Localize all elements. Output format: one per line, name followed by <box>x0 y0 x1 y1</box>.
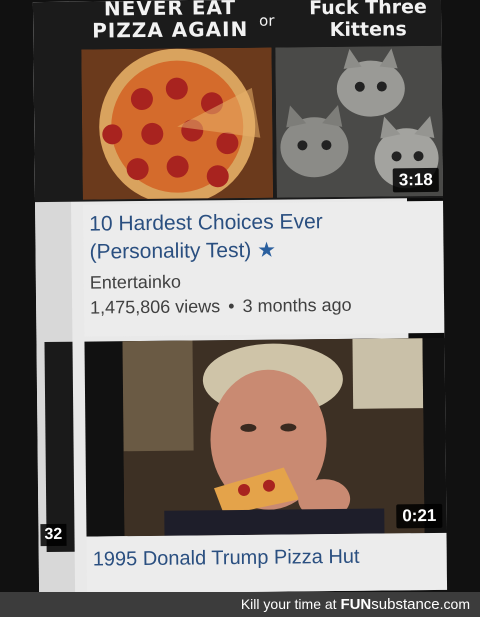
phone-screen: 9 32 NEVER EAT PIZZA AGAIN or Fuck Three… <box>32 0 448 595</box>
previous-duration-2: 32 <box>40 523 67 547</box>
star-icon: ★ <box>257 238 277 262</box>
watermark-text: Kill your time at FUNsubstance.com <box>240 596 470 613</box>
thumbnail-caption-or: or <box>259 11 275 30</box>
video-title-1[interactable]: 10 Hardest Choices Ever (Personality Tes… <box>89 207 444 267</box>
duration-badge-1: 3:18 <box>392 167 439 193</box>
view-count: 1,475,806 views <box>90 296 221 318</box>
video-title-2[interactable]: 1995 Donald Trump Pizza Hut <box>93 545 447 572</box>
video-thumbnail-1[interactable]: NEVER EAT PIZZA AGAIN or Fuck Three Kitt… <box>32 0 443 203</box>
video-thumbnail-2[interactable]: 0:21 <box>84 337 447 537</box>
video-info-2[interactable]: 1995 Donald Trump Pizza Hut <box>86 532 448 595</box>
trump-pizza-image <box>122 338 425 537</box>
thumbnail-caption-right: Fuck Three Kittens <box>309 0 427 42</box>
upload-age: 3 months ago <box>242 294 352 316</box>
video-meta: 1,475,806 views • 3 months ago <box>90 294 352 318</box>
watermark-bar: Kill your time at FUNsubstance.com <box>0 592 480 617</box>
channel-name[interactable]: Entertainko <box>90 269 444 294</box>
thumbnail-caption-left: NEVER EAT PIZZA AGAIN <box>92 0 249 43</box>
previous-thumbnail-2[interactable] <box>44 341 75 553</box>
video-info-1[interactable]: 10 Hardest Choices Ever (Personality Tes… <box>83 200 445 337</box>
duration-badge-2: 0:21 <box>396 503 443 529</box>
funsubstance-logo: FUN <box>340 596 372 613</box>
pizza-image <box>81 47 273 200</box>
